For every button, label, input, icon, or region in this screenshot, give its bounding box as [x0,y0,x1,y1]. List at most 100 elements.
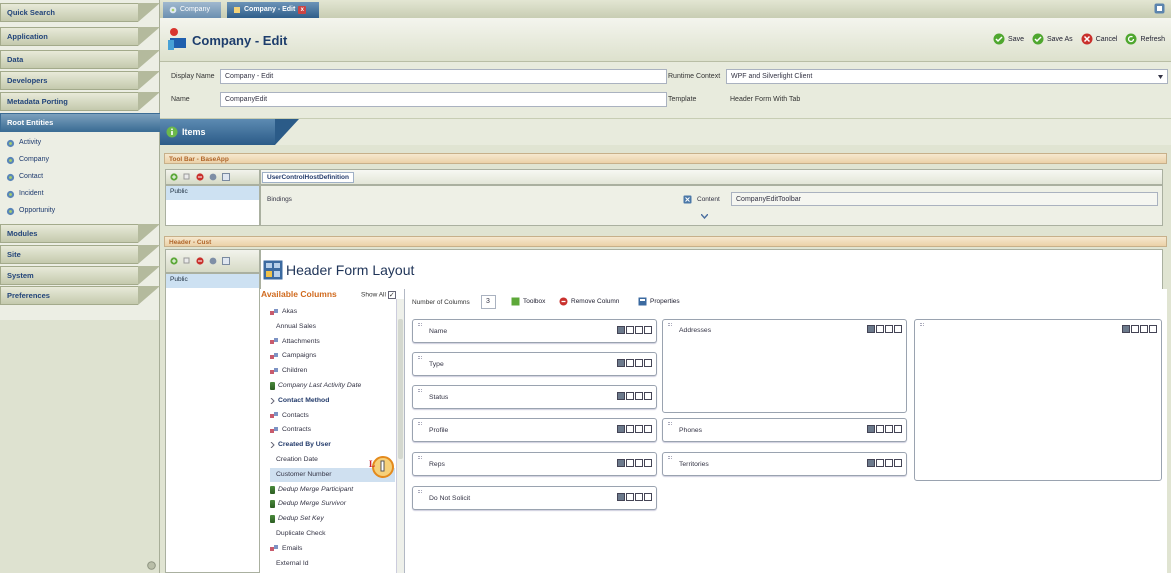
add-icon[interactable] [170,257,178,265]
column-item[interactable]: Akas [270,305,395,319]
column-item[interactable]: Dedup Merge Survivor [270,497,395,511]
move-vertical-icon[interactable] [635,425,643,433]
drag-handle[interactable] [418,389,422,392]
move-vertical-icon[interactable] [885,325,893,333]
field-properties-icon[interactable] [617,459,625,467]
runtime-context-select[interactable]: WPF and Silverlight Client [726,69,1168,84]
collapse-icon[interactable] [147,561,156,570]
move-left-icon[interactable] [876,425,884,433]
sidebar-cat-root-entities[interactable]: Root Entities [0,113,160,132]
move-vertical-icon[interactable] [1140,325,1148,333]
properties-icon[interactable] [222,173,230,181]
column-item[interactable]: Duplicate Check [270,527,395,541]
column-item[interactable]: Emails [270,542,395,556]
layout-field-addresses[interactable]: Addresses [662,319,907,413]
window-restore-icon[interactable] [1154,3,1165,14]
drag-handle[interactable] [418,356,422,359]
move-left-icon[interactable] [626,493,634,501]
save-button[interactable]: Save [993,33,1024,45]
override-icon[interactable] [209,257,217,265]
drag-handle[interactable] [418,456,422,459]
columns-scrollbar[interactable] [396,299,404,573]
field-properties-icon[interactable] [867,459,875,467]
move-right-icon[interactable] [894,325,902,333]
drag-handle[interactable] [418,422,422,425]
sidebar-cat-site[interactable]: Site [0,245,160,264]
field-properties-icon[interactable] [617,425,625,433]
column-item[interactable]: Campaigns [270,349,395,363]
show-all-checkbox[interactable]: Show All ✓ [361,291,396,299]
sidebar-cat-modules[interactable]: Modules [0,224,160,243]
user-control-chip[interactable]: UserControlHostDefinition [262,172,354,183]
copy-icon[interactable] [183,257,191,265]
drag-handle[interactable] [668,456,672,459]
header-section-header[interactable]: Header - Cust [164,236,1167,247]
move-left-icon[interactable] [876,325,884,333]
layout-column-3-empty[interactable] [914,319,1162,481]
drag-handle[interactable] [418,490,422,493]
field-properties-icon[interactable] [617,326,625,334]
number-of-columns-input[interactable]: 3 [481,295,496,309]
chevron-down-icon[interactable] [701,214,708,219]
field-properties-icon[interactable] [1122,325,1130,333]
move-vertical-icon[interactable] [885,425,893,433]
toolbox-button[interactable]: Toolbox [511,297,545,306]
move-vertical-icon[interactable] [635,359,643,367]
layout-field-phones[interactable]: Phones [662,418,907,442]
move-left-icon[interactable] [626,326,634,334]
column-item[interactable]: Dedup Merge Participant [270,483,395,497]
cancel-button[interactable]: Cancel [1081,33,1117,45]
drag-handle[interactable] [418,323,422,326]
column-item[interactable]: Contracts [270,423,395,437]
move-vertical-icon[interactable] [635,459,643,467]
sidebar-cat-application[interactable]: Application [0,27,160,46]
column-item[interactable]: Created By User [270,438,395,452]
field-properties-icon[interactable] [867,325,875,333]
column-item[interactable]: Dedup Set Key [270,512,395,526]
move-vertical-icon[interactable] [635,326,643,334]
sidebar-item-incident[interactable]: Incident [6,188,44,200]
drag-handle[interactable] [668,323,672,326]
tab-company-edit[interactable]: Company - Edit x [227,2,319,18]
column-item[interactable]: Annual Sales [270,320,395,334]
column-item[interactable]: Contact Method [270,394,395,408]
items-tab[interactable]: Items [160,119,299,145]
sidebar-item-contact[interactable]: Contact [6,171,43,183]
content-input[interactable]: CompanyEditToolbar [731,192,1158,206]
sidebar-cat-quick-search[interactable]: Quick Search [0,3,160,22]
sidebar-cat-system[interactable]: System [0,266,160,285]
column-item[interactable]: External Id [270,557,395,571]
sidebar-cat-developers[interactable]: Developers [0,71,160,90]
layout-field[interactable]: Do Not Solicit [412,486,657,510]
move-right-icon[interactable] [1149,325,1157,333]
copy-icon[interactable] [183,173,191,181]
move-right-icon[interactable] [644,359,652,367]
sidebar-cat-metadata-porting[interactable]: Metadata Porting [0,92,160,111]
tab-company[interactable]: Company [163,2,221,18]
field-properties-icon[interactable] [617,493,625,501]
display-name-input[interactable]: Company - Edit [220,69,667,84]
list-item[interactable]: Public [166,274,259,288]
clear-icon[interactable] [683,195,692,204]
move-left-icon[interactable] [626,392,634,400]
column-item[interactable]: Attachments [270,335,395,349]
save-as-button[interactable]: Save As [1032,33,1073,45]
move-right-icon[interactable] [644,493,652,501]
move-left-icon[interactable] [626,425,634,433]
remove-column-button[interactable]: Remove Column [559,297,619,306]
scrollbar-thumb[interactable] [398,319,403,459]
move-left-icon[interactable] [626,359,634,367]
move-left-icon[interactable] [876,459,884,467]
layout-field[interactable]: Name [412,319,657,343]
add-icon[interactable] [170,173,178,181]
properties-button[interactable]: Properties [638,297,680,306]
sidebar-item-opportunity[interactable]: Opportunity [6,205,55,217]
close-icon[interactable]: x [298,6,307,14]
name-input[interactable]: CompanyEdit [220,92,667,107]
move-vertical-icon[interactable] [635,493,643,501]
field-properties-icon[interactable] [617,392,625,400]
refresh-button[interactable]: Refresh [1125,33,1165,45]
layout-field[interactable]: Type [412,352,657,376]
move-right-icon[interactable] [644,392,652,400]
sidebar-cat-data[interactable]: Data [0,50,160,69]
